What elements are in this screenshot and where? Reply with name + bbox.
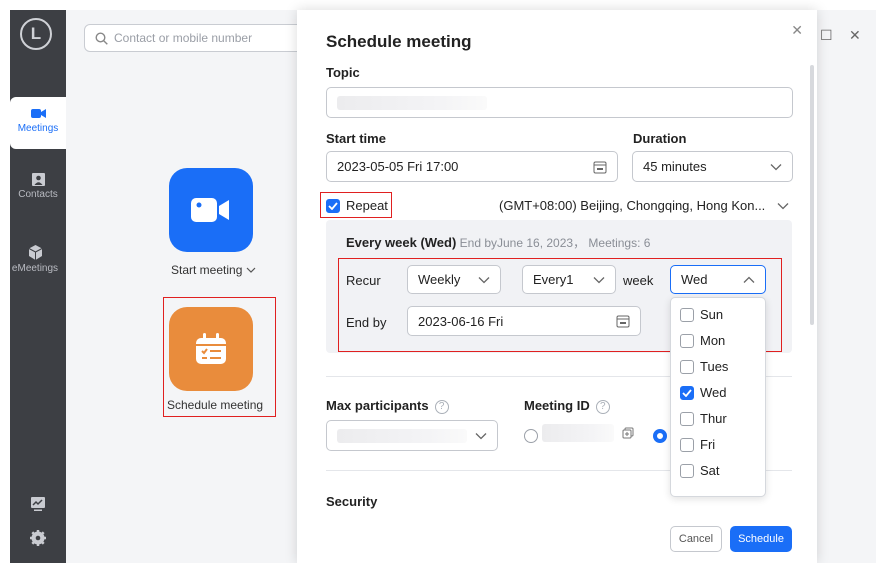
day-option-thur[interactable]: Thur [680, 411, 727, 426]
close-window-icon[interactable]: ✕ [849, 27, 861, 44]
duration-value: 45 minutes [643, 159, 707, 174]
gear-icon[interactable] [30, 530, 46, 546]
recur-value: Weekly [418, 272, 461, 287]
help-icon[interactable]: ? [434, 399, 449, 414]
checkbox-icon [680, 307, 694, 322]
day-option-fri[interactable]: Fri [680, 437, 715, 452]
day-value: Wed [681, 272, 708, 287]
recur-select[interactable]: Weekly [407, 265, 501, 294]
checkbox-checked-icon [326, 198, 340, 213]
dialog-title: Schedule meeting [326, 32, 472, 51]
sidebar-item-emeetings[interactable]: eMeetings [4, 245, 66, 274]
chevron-up-icon [743, 276, 755, 283]
day-option-mon[interactable]: Mon [680, 333, 725, 348]
redacted-meeting-id [542, 424, 614, 442]
start-time-label: Start time [326, 131, 386, 146]
day-select[interactable]: Wed [670, 265, 766, 294]
max-participants-select[interactable] [326, 420, 498, 451]
max-participants-label: Max participants? [326, 398, 449, 414]
end-by-input[interactable]: 2023-06-16 Fri [407, 306, 641, 336]
checkbox-icon [680, 437, 694, 452]
close-icon[interactable]: ✕ [791, 22, 803, 39]
recur-label: Recur [346, 273, 381, 288]
scrollbar[interactable] [810, 65, 814, 325]
search-icon [95, 31, 108, 45]
left-rail: L Meetings Contacts eMeetings [10, 10, 66, 563]
week-label: week [623, 273, 654, 288]
schedule-meeting-button[interactable] [169, 307, 253, 391]
meeting-id-radio-auto[interactable] [524, 429, 538, 443]
every-value: Every1 [533, 272, 574, 287]
end-by-label: End by [346, 315, 387, 330]
repeat-label: Repeat [346, 198, 388, 213]
checkbox-icon [680, 333, 694, 348]
copy-icon[interactable] [622, 427, 634, 439]
day-dropdown: Sun Mon Tues Wed Thur Fri Sat [670, 297, 766, 497]
repeat-checkbox[interactable]: Repeat [326, 198, 388, 213]
sidebar-item-contacts[interactable]: Contacts [10, 173, 66, 200]
every-select[interactable]: Every1 [522, 265, 616, 294]
schedule-meeting-dialog: ✕ Schedule meeting Topic Start time 2023… [297, 10, 817, 563]
search-input[interactable]: Contact or mobile number [84, 24, 324, 52]
timezone-value: (GMT+08:00) Beijing, Chongqing, Hong Kon… [499, 198, 766, 213]
checkbox-icon [680, 359, 694, 374]
sidebar-item-label: eMeetings [11, 263, 59, 274]
help-icon[interactable]: ? [595, 399, 610, 414]
redacted-value [337, 428, 467, 443]
end-by-value: 2023-06-16 Fri [418, 313, 504, 329]
day-option-wed[interactable]: Wed [680, 385, 727, 400]
search-placeholder: Contact or mobile number [114, 31, 253, 45]
day-option-sat[interactable]: Sat [680, 463, 720, 478]
calendar-icon [196, 333, 226, 364]
duration-select[interactable]: 45 minutes [632, 151, 793, 182]
day-option-tues[interactable]: Tues [680, 359, 728, 374]
checkbox-icon [680, 411, 694, 426]
schedule-button[interactable]: Schedule [730, 526, 792, 552]
checkbox-icon [680, 463, 694, 478]
timezone-select[interactable]: (GMT+08:00) Beijing, Chongqing, Hong Kon… [499, 198, 789, 213]
contacts-icon [31, 173, 45, 186]
calendar-icon[interactable] [593, 160, 607, 174]
sidebar-item-label: Meetings [17, 123, 59, 134]
meeting-id-radio-personal[interactable] [653, 429, 667, 443]
sidebar-item-label: Contacts [18, 189, 58, 200]
chevron-down-icon [478, 276, 490, 283]
chevron-down-icon [593, 276, 605, 283]
app-logo: L [20, 18, 52, 50]
sidebar-item-meetings[interactable]: Meetings [10, 97, 66, 149]
start-meeting-label[interactable]: Start meeting [171, 263, 256, 277]
start-meeting-button[interactable] [169, 168, 253, 252]
meeting-id-label: Meeting ID? [524, 398, 610, 414]
topic-label: Topic [326, 65, 360, 80]
duration-label: Duration [633, 131, 687, 146]
chevron-down-icon [777, 202, 789, 209]
redacted-topic [337, 95, 487, 110]
start-time-input[interactable]: 2023-05-05 Fri 17:00 [326, 151, 618, 182]
cancel-button[interactable]: Cancel [670, 526, 722, 552]
maximize-icon[interactable]: ☐ [820, 27, 833, 44]
calendar-icon[interactable] [616, 314, 630, 328]
security-label: Security [326, 494, 378, 509]
chevron-down-icon [475, 432, 487, 439]
checkbox-checked-icon [680, 385, 694, 400]
schedule-meeting-label[interactable]: Schedule meeting [167, 398, 263, 412]
topic-input[interactable] [326, 87, 793, 118]
cube-icon [28, 245, 42, 260]
video-camera-icon [30, 109, 46, 118]
presentation-icon[interactable] [30, 496, 46, 512]
chevron-down-icon [770, 163, 782, 170]
chevron-down-icon [246, 267, 256, 273]
repeat-summary: Every week (Wed) End byJune 16, 2023， Me… [346, 235, 651, 250]
video-camera-icon [191, 198, 229, 222]
day-option-sun[interactable]: Sun [680, 307, 723, 322]
start-time-value: 2023-05-05 Fri 17:00 [337, 159, 459, 174]
